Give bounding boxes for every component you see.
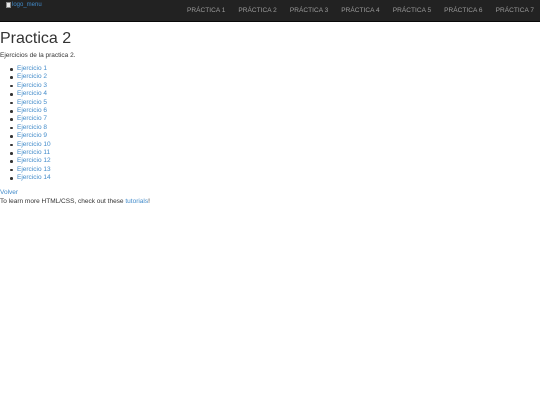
exercise-list: Ejercicio 1 Ejercicio 2 Ejercicio 3 Ejer… xyxy=(0,65,540,183)
exercise-link-9[interactable]: Ejercicio 9 xyxy=(10,132,540,140)
exercise-link-6[interactable]: Ejercicio 6 xyxy=(10,107,540,115)
exercise-link-4[interactable]: Ejercicio 4 xyxy=(10,90,540,98)
exercise-link-14[interactable]: Ejercicio 14 xyxy=(10,174,540,182)
nav-link-practica-7[interactable]: PRÁCTICA 7 xyxy=(496,7,534,14)
footer-text: To learn more HTML/CSS, check out these … xyxy=(0,198,540,206)
main-content: Practica 2 Ejercicios de la practica 2. … xyxy=(0,29,540,206)
exercise-link-3[interactable]: Ejercicio 3 xyxy=(10,82,540,90)
page-title: Practica 2 xyxy=(0,30,72,47)
nav-link-practica-2[interactable]: PRÁCTICA 2 xyxy=(238,7,276,14)
logo-alt-text: logo_menu xyxy=(12,2,42,8)
footer-prefix: To learn more HTML/CSS, check out these xyxy=(0,197,126,205)
nav-link-practica-6[interactable]: PRÁCTICA 6 xyxy=(444,7,482,14)
nav-link-practica-3[interactable]: PRÁCTICA 3 xyxy=(290,7,328,14)
exercise-link-5[interactable]: Ejercicio 5 xyxy=(10,99,540,107)
nav-link-practica-5[interactable]: PRÁCTICA 5 xyxy=(393,7,431,14)
exercise-link-8[interactable]: Ejercicio 8 xyxy=(10,124,540,132)
nav-link-practica-4[interactable]: PRÁCTICA 4 xyxy=(341,7,379,14)
nav-link-practica-1[interactable]: PRÁCTICA 1 xyxy=(187,7,225,14)
exercise-link-13[interactable]: Ejercicio 13 xyxy=(10,166,540,174)
exercise-link-2[interactable]: Ejercicio 2 xyxy=(10,73,540,81)
intro-text: Ejercicios de la practica 2. xyxy=(0,52,76,59)
top-navbar: logo_menu PRÁCTICA 1 PRÁCTICA 2 PRÁCTICA… xyxy=(0,0,540,22)
exercise-link-11[interactable]: Ejercicio 11 xyxy=(10,149,540,157)
logo-link[interactable]: logo_menu xyxy=(6,2,42,9)
exercise-link-1[interactable]: Ejercicio 1 xyxy=(10,65,540,73)
back-link[interactable]: Volver xyxy=(0,189,540,197)
nav-menu: PRÁCTICA 1 PRÁCTICA 2 PRÁCTICA 3 PRÁCTIC… xyxy=(174,0,534,21)
broken-image-icon xyxy=(6,2,11,8)
exercise-link-10[interactable]: Ejercicio 10 xyxy=(10,141,540,149)
exercise-link-12[interactable]: Ejercicio 12 xyxy=(10,157,540,165)
tutorials-link[interactable]: tutorials xyxy=(125,198,148,205)
footer-suffix: ! xyxy=(148,197,150,205)
exercise-link-7[interactable]: Ejercicio 7 xyxy=(10,115,540,123)
